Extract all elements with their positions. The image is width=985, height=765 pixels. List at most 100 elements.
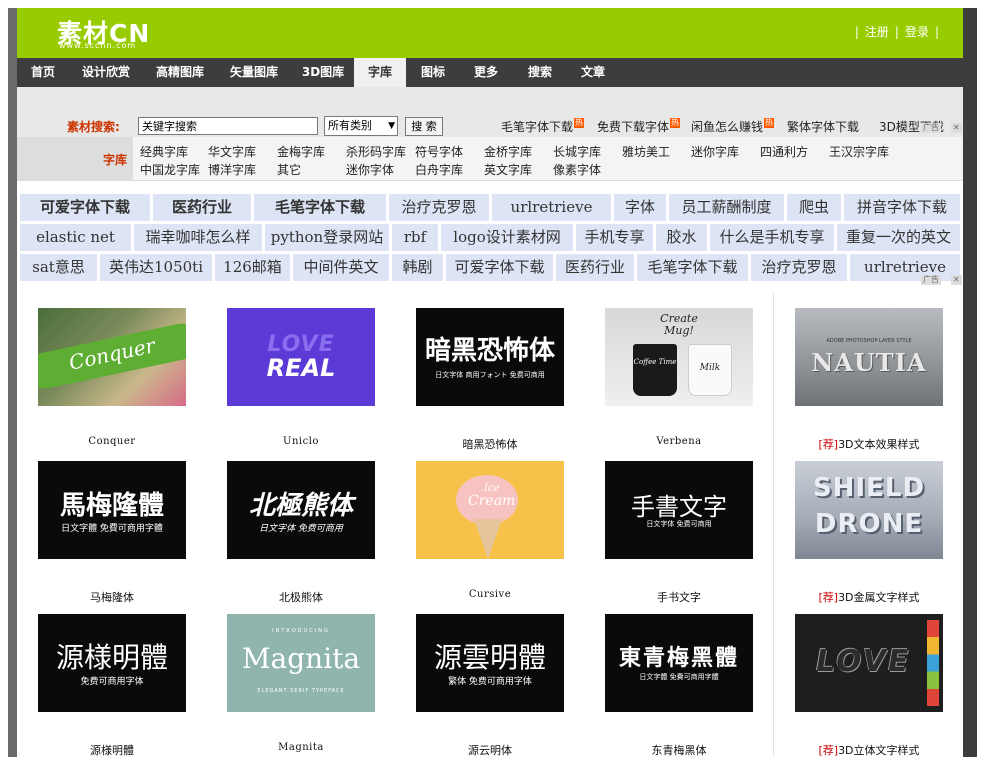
tag-link[interactable]: 可爱字体下载	[20, 194, 150, 221]
card-title[interactable]: [荐]3D金属文字样式	[795, 589, 943, 605]
close-icon[interactable]: ✕	[951, 123, 962, 133]
library-link[interactable]: 符号字体	[415, 143, 463, 160]
tag-link[interactable]: 拼音字体下载	[844, 194, 960, 221]
tag-link[interactable]: 字体	[614, 194, 666, 221]
tag-link[interactable]: 爬虫	[787, 194, 841, 221]
library-link[interactable]: 杀形码字库	[346, 143, 406, 160]
card-art-text: Ice Cream	[468, 483, 516, 509]
card-title[interactable]: 北极熊体	[227, 589, 375, 605]
card-title[interactable]: 马梅隆体	[38, 589, 186, 605]
tag-link[interactable]: rbf	[392, 224, 438, 251]
tag-link[interactable]: 可爱字体下载	[446, 254, 553, 281]
tag-link[interactable]: python登录网站	[265, 224, 389, 251]
tag-link[interactable]: 治疗克罗恩	[751, 254, 847, 281]
library-link[interactable]: 金梅字库	[277, 143, 325, 160]
card-thumbnail[interactable]: Create Mug! Coffee Time Milk	[605, 308, 753, 406]
register-link[interactable]: 注册	[865, 25, 889, 39]
nav-home[interactable]: 首页	[21, 58, 65, 87]
card-thumbnail[interactable]: 馬梅隆體 日文字體 免費可商用字體	[38, 461, 186, 559]
card-title[interactable]: 源様明體	[38, 742, 186, 757]
library-link[interactable]: 像素字体	[553, 161, 601, 178]
card-thumbnail[interactable]: 手書文字 日文字体 免费可商用	[605, 461, 753, 559]
tag-link[interactable]: 毛笔字体下载	[254, 194, 386, 221]
nav-hd-images[interactable]: 高精图库	[147, 58, 213, 87]
nav-3d[interactable]: 3D图库	[295, 58, 351, 87]
nav-articles[interactable]: 文章	[572, 58, 614, 87]
card-thumbnail[interactable]: INTRODUCING Magnita ELEGANT SERIF TYPEFA…	[227, 614, 375, 712]
hot-link[interactable]: 闲鱼怎么赚钱热	[691, 118, 775, 135]
tag-link[interactable]: urlretrieve	[850, 254, 960, 281]
tag-link[interactable]: logo设计素材网	[441, 224, 573, 251]
tag-link[interactable]: 医药行业	[556, 254, 634, 281]
search-input[interactable]	[138, 117, 318, 135]
library-link[interactable]: 金桥字库	[484, 143, 532, 160]
nav-more[interactable]: 更多	[465, 58, 507, 87]
hot-link[interactable]: 免费下载字体热	[597, 118, 681, 135]
card-thumbnail[interactable]: 東青梅黑體 日文字體 免費可商用字體	[605, 614, 753, 712]
card-title[interactable]: 手书文字	[605, 589, 753, 605]
tag-link[interactable]: 瑞幸咖啡怎么样	[134, 224, 262, 251]
tag-link[interactable]: 重复一次的英文	[837, 224, 960, 251]
nav-fonts[interactable]: 字库	[354, 58, 406, 87]
tag-link[interactable]: 126邮箱	[215, 254, 290, 281]
hot-link[interactable]: 繁体字体下载	[787, 118, 859, 135]
search-button[interactable]: 搜 索	[405, 117, 443, 136]
card-thumbnail[interactable]: 源様明體 免费可商用字体	[38, 614, 186, 712]
card-thumbnail[interactable]: Conquer	[38, 308, 186, 406]
card-thumbnail[interactable]: ADOBE PHOTOSHOP LAYER STYLE NAUTIA	[795, 308, 943, 406]
tag-link[interactable]: 毛笔字体下载	[637, 254, 748, 281]
card-title[interactable]: 东青梅黑体	[605, 742, 753, 757]
card-title[interactable]: 源云明体	[416, 742, 564, 757]
card-title[interactable]: Verbena	[605, 436, 753, 447]
nav-search[interactable]: 搜索	[519, 58, 561, 87]
library-link[interactable]: 英文字库	[484, 161, 532, 178]
card-title[interactable]: Conquer	[38, 436, 186, 447]
card-thumbnail[interactable]: 暗黑恐怖体 日文字体 商用フォント 免费可商用	[416, 308, 564, 406]
library-link[interactable]: 长城字库	[553, 143, 601, 160]
library-link[interactable]: 迷你字库	[691, 143, 739, 160]
library-link[interactable]: 四通利方	[760, 143, 808, 160]
tag-link[interactable]: 什么是手机专享	[710, 224, 834, 251]
tag-link[interactable]: 中间件英文	[293, 254, 389, 281]
card-thumbnail[interactable]: Ice Cream	[416, 461, 564, 559]
library-link[interactable]: 迷你字体	[346, 161, 394, 178]
card-title[interactable]: [荐]3D文本效果样式	[795, 436, 943, 452]
close-icon[interactable]: ✕	[951, 275, 962, 285]
tag-link[interactable]: 胶水	[656, 224, 707, 251]
card-art-subtext: 日文字体 免费可商用	[646, 520, 712, 528]
card-title[interactable]: Magnita	[227, 742, 375, 753]
card-title[interactable]: Cursive	[416, 589, 564, 600]
library-link[interactable]: 博洋字库	[208, 161, 256, 178]
tag-link[interactable]: 英伟达1050ti	[100, 254, 212, 281]
tag-link[interactable]: 员工薪酬制度	[669, 194, 784, 221]
nav-design[interactable]: 设计欣赏	[73, 58, 139, 87]
library-link[interactable]: 经典字库	[140, 143, 188, 160]
tag-link[interactable]: 医药行业	[153, 194, 251, 221]
tag-link[interactable]: 治疗克罗恩	[389, 194, 489, 221]
card-art-text: 源様明體	[55, 641, 168, 674]
library-link[interactable]: 华文字库	[208, 143, 256, 160]
nav-icons[interactable]: 图标	[412, 58, 454, 87]
library-link[interactable]: 王汉宗字库	[829, 143, 889, 160]
card-title[interactable]: 暗黑恐怖体	[416, 436, 564, 452]
library-link[interactable]: 中国龙字库	[140, 161, 200, 178]
tag-link[interactable]: urlretrieve	[492, 194, 611, 221]
tag-link[interactable]: sat意思	[20, 254, 97, 281]
card-thumbnail[interactable]: SHIELD DRONE	[795, 461, 943, 559]
library-link[interactable]: 雅坊美工	[622, 143, 670, 160]
tag-link[interactable]: 韩剧	[392, 254, 443, 281]
card-thumbnail[interactable]: 源雲明體 繁体 免费可商用字体	[416, 614, 564, 712]
category-select[interactable]: 所有类别 ▼	[324, 116, 398, 136]
card-thumbnail[interactable]: LOVE	[795, 614, 943, 712]
library-link[interactable]: 白舟字库	[415, 161, 463, 178]
login-link[interactable]: 登录	[905, 25, 929, 39]
nav-vector[interactable]: 矢量图库	[221, 58, 287, 87]
card-title[interactable]: Uniclo	[227, 436, 375, 447]
library-link[interactable]: 其它	[277, 161, 301, 178]
card-thumbnail[interactable]: LOVE REAL	[227, 308, 375, 406]
hot-link[interactable]: 毛笔字体下载热	[501, 118, 585, 135]
tag-link[interactable]: elastic net	[20, 224, 131, 251]
card-title[interactable]: [荐]3D立体文字样式	[795, 742, 943, 757]
card-thumbnail[interactable]: 北極熊体 日文字体 免费可商用	[227, 461, 375, 559]
tag-link[interactable]: 手机专享	[576, 224, 653, 251]
